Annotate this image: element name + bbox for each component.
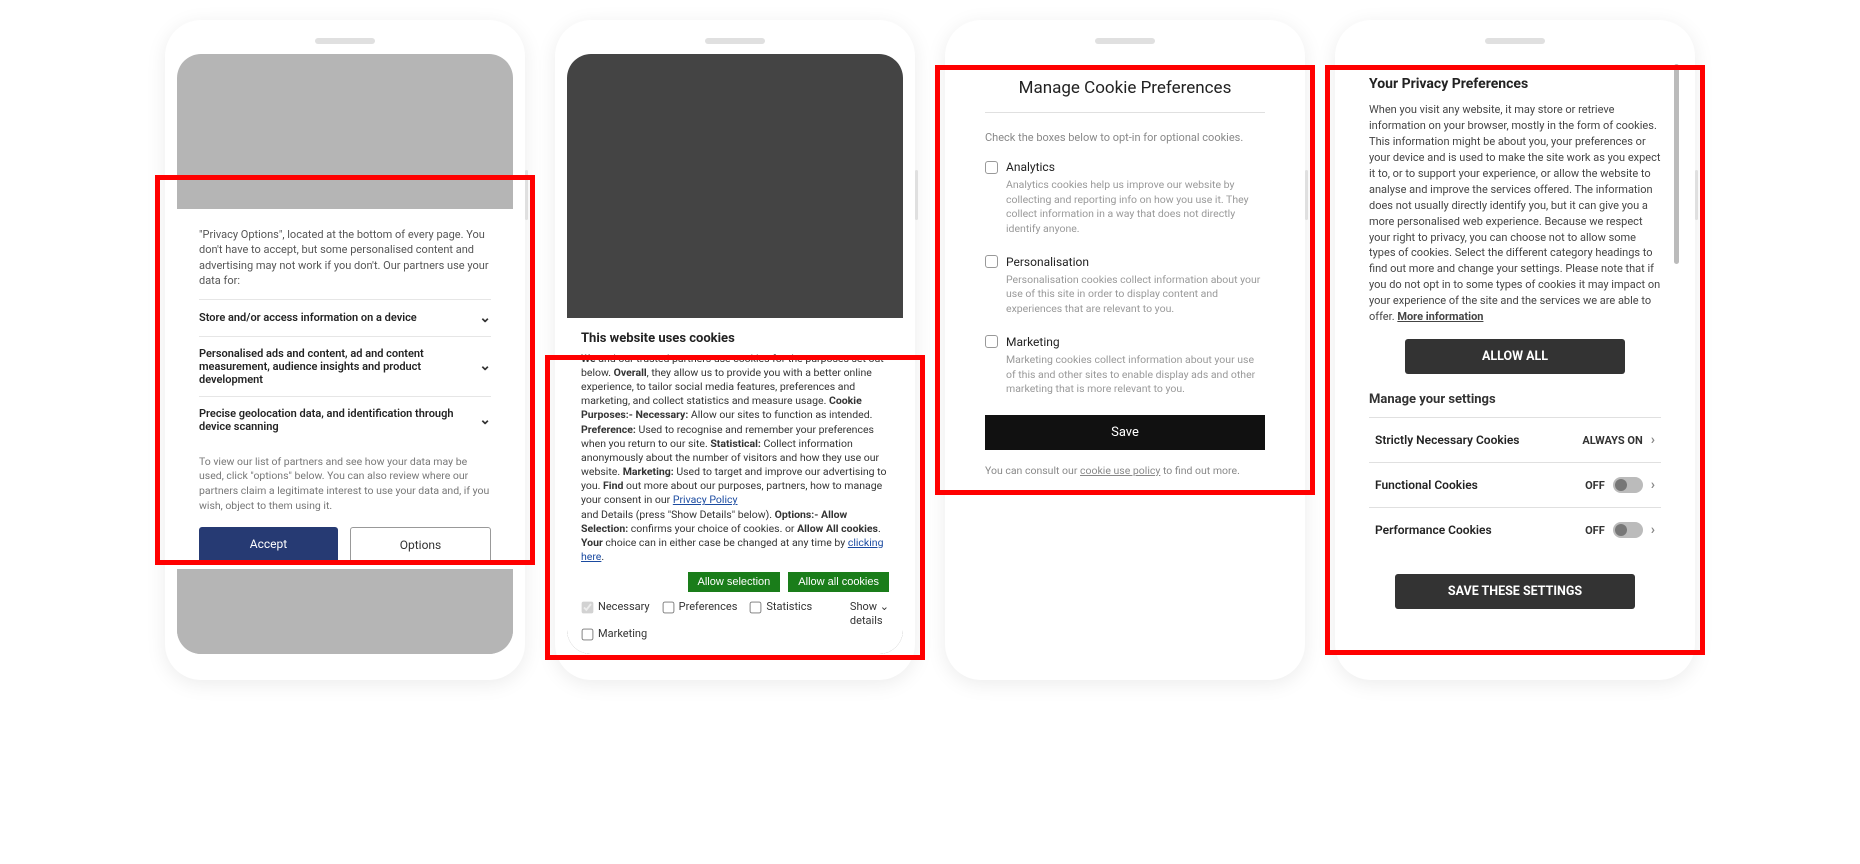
phone-speaker [315, 38, 375, 44]
more-information-link[interactable]: More information [1397, 310, 1483, 323]
scrollbar[interactable] [1674, 64, 1679, 644]
privacy-options-dialog: "Privacy Options", located at the bottom… [177, 209, 513, 569]
phone-side-button [1695, 170, 1698, 220]
footer-text: You can consult our cookie use policy to… [985, 464, 1265, 477]
marketing-checkbox[interactable]: Marketing [581, 627, 647, 642]
allow-all-cookies-button[interactable]: Allow all cookies [788, 572, 889, 592]
cookie-policy-link[interactable]: cookie use policy [1080, 464, 1160, 477]
dialog-subtitle: Check the boxes below to opt-in for opti… [985, 131, 1265, 144]
allow-selection-button[interactable]: Allow selection [688, 572, 781, 592]
manage-settings-heading: Manage your settings [1369, 392, 1661, 407]
chevron-down-icon: ⌄ [479, 310, 491, 326]
purpose-label: Precise geolocation data, and identifica… [199, 407, 469, 433]
cookies-dialog: This website uses cookies We and our tru… [567, 318, 903, 654]
options-button[interactable]: Options [350, 527, 491, 563]
personalisation-description: Personalisation cookies collect informat… [985, 273, 1265, 317]
intro-text: "Privacy Options", located at the bottom… [199, 227, 491, 289]
phone-side-button [525, 170, 528, 220]
show-details-link[interactable]: Show ⌄ details [850, 600, 889, 626]
screen-2: This website uses cookies We and our tru… [567, 54, 903, 654]
strictly-necessary-row[interactable]: Strictly Necessary Cookies ALWAYS ON › [1369, 417, 1661, 462]
phone-4: Your Privacy Preferences When you visit … [1335, 20, 1695, 680]
category-personalisation: Personalisation Personalisation cookies … [985, 255, 1265, 317]
scrollbar-thumb[interactable] [1674, 64, 1679, 264]
background-overlay [177, 569, 513, 654]
phone-side-button [1305, 170, 1308, 220]
state-text: ALWAYS ON [1582, 434, 1642, 447]
dialog-title: Manage Cookie Preferences [985, 78, 1265, 113]
phone-speaker [1095, 38, 1155, 44]
dialog-body: We and our trusted partners use cookies … [581, 352, 889, 565]
checkbox-icon [985, 255, 998, 268]
intro-text: When you visit any website, it may store… [1369, 102, 1661, 325]
phone-side-button [915, 170, 918, 220]
toggle-switch[interactable] [1613, 477, 1643, 493]
state-text: OFF [1585, 479, 1605, 492]
checkbox-icon [985, 161, 998, 174]
functional-cookies-row[interactable]: Functional Cookies OFF › [1369, 462, 1661, 507]
accept-button[interactable]: Accept [199, 527, 338, 563]
setting-label: Functional Cookies [1375, 478, 1478, 492]
allow-all-button[interactable]: ALLOW ALL [1405, 339, 1625, 374]
purpose-row-2[interactable]: Personalised ads and content, ad and con… [199, 336, 491, 396]
checkbox-icon [985, 335, 998, 348]
screen-4: Your Privacy Preferences When you visit … [1347, 54, 1683, 654]
performance-cookies-row[interactable]: Performance Cookies OFF › [1369, 507, 1661, 552]
dialog-title: This website uses cookies [581, 330, 889, 348]
purpose-row-1[interactable]: Store and/or access information on a dev… [199, 299, 491, 336]
manage-cookie-dialog: Manage Cookie Preferences Check the boxe… [957, 54, 1293, 497]
category-marketing: Marketing Marketing cookies collect info… [985, 335, 1265, 397]
chevron-right-icon: › [1651, 432, 1655, 448]
screen-1: "Privacy Options", located at the bottom… [177, 54, 513, 654]
category-analytics: Analytics Analytics cookies help us impr… [985, 160, 1265, 237]
phone-2: This website uses cookies We and our tru… [555, 20, 915, 680]
purpose-label: Store and/or access information on a dev… [199, 311, 417, 324]
dialog-title: Your Privacy Preferences [1369, 76, 1661, 92]
purpose-label: Personalised ads and content, ad and con… [199, 347, 469, 386]
save-button[interactable]: Save [985, 415, 1265, 450]
statistics-checkbox[interactable]: Statistics [749, 600, 812, 615]
preferences-checkbox[interactable]: Preferences [662, 600, 738, 615]
footer-note: To view our list of partners and see how… [199, 455, 491, 514]
chevron-right-icon: › [1651, 477, 1655, 493]
purpose-row-3[interactable]: Precise geolocation data, and identifica… [199, 396, 491, 443]
screen-3: Manage Cookie Preferences Check the boxe… [957, 54, 1293, 654]
chevron-right-icon: › [1651, 522, 1655, 538]
setting-label: Performance Cookies [1375, 523, 1492, 537]
necessary-checkbox[interactable]: Necessary [581, 600, 650, 615]
save-settings-button[interactable]: SAVE THESE SETTINGS [1395, 574, 1635, 609]
personalisation-checkbox-row[interactable]: Personalisation [985, 255, 1265, 269]
phone-1: "Privacy Options", located at the bottom… [165, 20, 525, 680]
setting-label: Strictly Necessary Cookies [1375, 433, 1519, 447]
state-text: OFF [1585, 524, 1605, 537]
chevron-down-icon: ⌄ [479, 358, 491, 374]
chevron-down-icon: ⌄ [880, 600, 889, 613]
phone-speaker [705, 38, 765, 44]
privacy-policy-link[interactable]: Privacy Policy [673, 493, 738, 506]
analytics-description: Analytics cookies help us improve our we… [985, 178, 1265, 237]
phone-speaker [1485, 38, 1545, 44]
analytics-checkbox-row[interactable]: Analytics [985, 160, 1265, 174]
chevron-down-icon: ⌄ [479, 412, 491, 428]
toggle-switch[interactable] [1613, 522, 1643, 538]
marketing-description: Marketing cookies collect information ab… [985, 353, 1265, 397]
phone-3: Manage Cookie Preferences Check the boxe… [945, 20, 1305, 680]
privacy-preferences-dialog: Your Privacy Preferences When you visit … [1347, 54, 1683, 654]
background-overlay [957, 504, 1293, 654]
marketing-checkbox-row[interactable]: Marketing [985, 335, 1265, 349]
